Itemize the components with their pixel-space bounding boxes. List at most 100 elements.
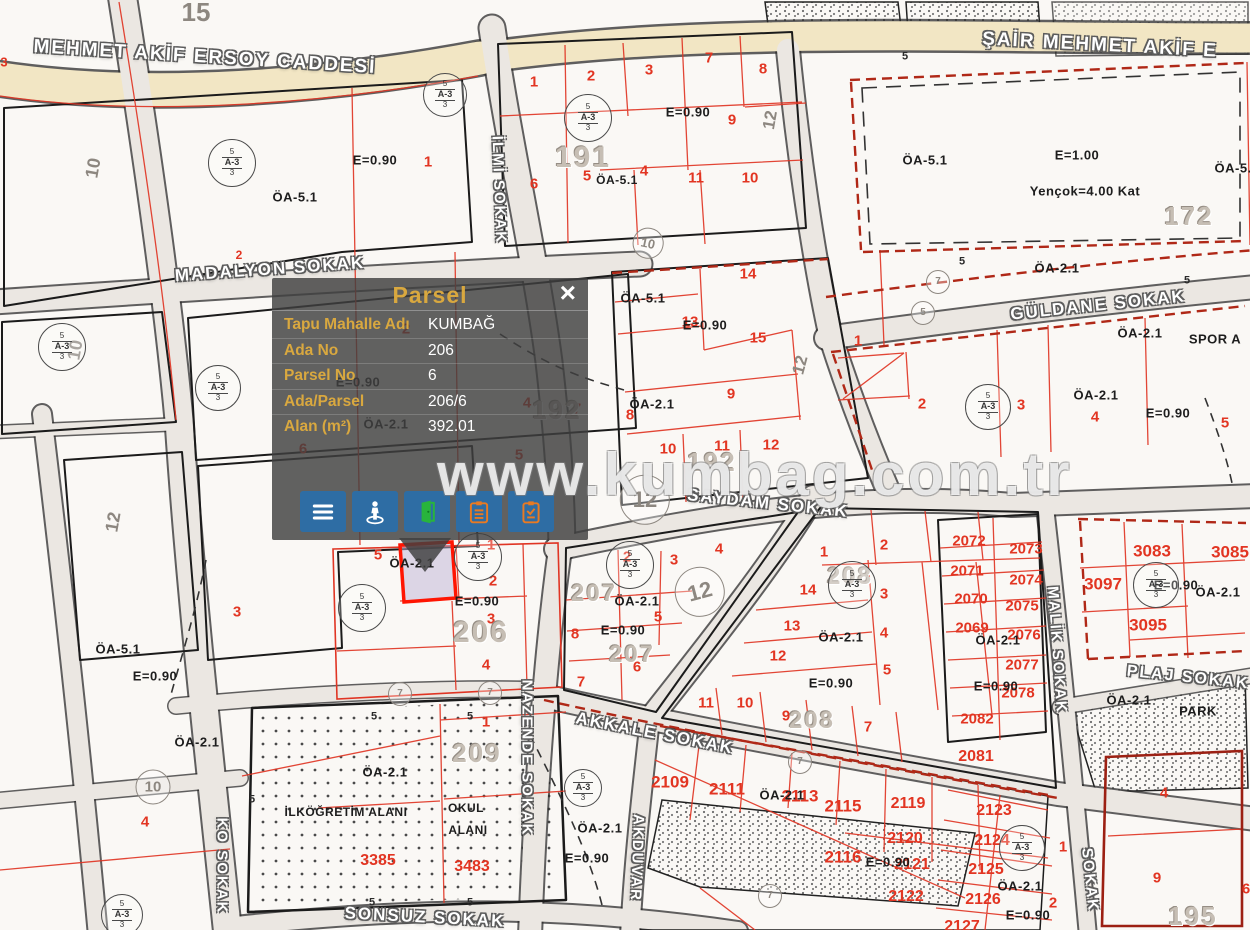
clipboard-list-icon [466, 499, 492, 525]
zoning-symbol: 5A-33 [965, 384, 1011, 430]
road-width-label: 12 [102, 511, 123, 534]
zoning-symbol: 5A-33 [1133, 562, 1179, 608]
map-canvas[interactable]: MEHMET AKİF ERSOY CADDESİŞAİR MEHMET AKİ… [0, 0, 1250, 930]
zone-label: SPOR A [1189, 333, 1241, 346]
zone-label: E=0.90 [1146, 407, 1191, 420]
parcel-number: 11 [698, 696, 714, 711]
parcel-number: 8 [571, 627, 579, 642]
road-width-label: 7 [758, 884, 782, 908]
parcel-number: 4 [1160, 786, 1168, 801]
popup-title: Parsel [272, 282, 588, 309]
zoning-symbol: 5A-33 [338, 584, 386, 632]
block-number: 192 [687, 449, 736, 475]
field-label: Parsel No [284, 367, 428, 386]
parcel-number: 1 [424, 155, 432, 170]
parcel-number: 2082 [960, 712, 993, 727]
zone-label: E=0.90 [974, 680, 1019, 693]
parcel-number: 2127 [944, 919, 980, 930]
zone-label: E=0.90 [455, 595, 500, 608]
parcel-number: 2122 [888, 889, 924, 905]
parcel-number: 11 [688, 171, 704, 186]
parcel-number: 2077 [1005, 658, 1038, 673]
parcel-number: 2073 [1009, 542, 1042, 557]
parcel-number: 2 [918, 397, 926, 412]
street-view-icon-button[interactable] [352, 491, 398, 532]
zoning-symbol: 5A-33 [454, 533, 502, 581]
parcel-number: 3483 [454, 859, 490, 875]
zone-label: ÖA-5.1 [273, 191, 318, 204]
road-width-label: 10 [136, 770, 171, 805]
parcel-number: 10 [737, 696, 754, 711]
street-label: SAYDAM SOKAK [686, 486, 849, 520]
parcel-number: 8 [759, 62, 767, 77]
field-value: 206/6 [428, 393, 576, 412]
parcel-number: 2 [236, 249, 243, 261]
zoning-symbol: 5A-33 [828, 561, 876, 609]
popup-field-row: Tapu Mahalle AdıKUMBAĞ [272, 313, 588, 339]
field-value: 206 [428, 342, 576, 361]
zone-label: ÖA-2.1 [976, 634, 1021, 647]
zone-label: ÖA-5.1 [96, 643, 141, 656]
parcel-number: 4 [640, 164, 648, 179]
zone-label: E=0.90 [1006, 909, 1051, 922]
road-width-label: 12 [669, 561, 731, 623]
parcel-number: 5 [883, 663, 891, 678]
parcel-number: 7 [864, 720, 872, 735]
zone-label: ÖA-2.1 [760, 789, 805, 802]
parcel-number: 10 [660, 442, 677, 457]
zoning-symbol: 5A-33 [564, 94, 612, 142]
road-width-label: 15 [182, 0, 211, 25]
zone-label: ÖA-2.1 [363, 766, 408, 779]
parcel-number: 10 [742, 171, 759, 186]
zone-label: ÖA-5.1 [903, 154, 948, 167]
parcel-number: 6 [530, 177, 538, 192]
distance-tick: 5 [467, 712, 473, 723]
zoning-symbol: 5A-33 [999, 825, 1045, 871]
zoning-symbol: 5A-33 [101, 894, 143, 930]
block-number: 208 [789, 709, 835, 733]
parcel-number: 2075 [1005, 599, 1038, 614]
zone-label: E=1.00 [1055, 149, 1100, 162]
zoning-symbol: 5A-33 [195, 365, 241, 411]
parcel-number: 2115 [825, 798, 862, 815]
parcel-number: 2071 [950, 564, 983, 579]
street-label: KO SOKAK [215, 818, 230, 915]
parcel-number: 14 [800, 583, 817, 598]
popup-fields: Tapu Mahalle AdıKUMBAĞAda No206Parsel No… [272, 311, 588, 442]
field-label: Tapu Mahalle Adı [284, 316, 428, 335]
clipboard-report-icon-button[interactable] [508, 491, 554, 532]
parcel-number: 3 [0, 56, 7, 69]
street-label: MALİK SOKAK [1045, 586, 1069, 715]
zone-label: ÖA-5.1 [596, 174, 638, 186]
distance-tick: 5 [371, 712, 377, 723]
close-icon[interactable]: × [560, 279, 576, 307]
street-label: NAZENDE SOKAK [520, 680, 535, 837]
block-number: 172 [1164, 203, 1213, 229]
parcel-number: 3095 [1129, 617, 1167, 634]
parcel-number: 12 [770, 649, 787, 664]
zone-label: ÖA-2.1 [1118, 327, 1163, 340]
parcel-number: 3097 [1084, 576, 1122, 593]
clipboard-list-icon-button[interactable] [456, 491, 502, 532]
block-number: 206 [453, 618, 509, 648]
zone-label: ÖA-2.1 [175, 736, 220, 749]
parcel-number: 3385 [360, 853, 396, 869]
parcel-number: 2 [880, 538, 888, 553]
zone-label: ÖA-2.1 [819, 631, 864, 644]
parcel-number: 13 [784, 619, 801, 634]
parcel-number: 2125 [968, 862, 1004, 878]
parcel-number: 3 [880, 587, 888, 602]
menu-icon-button[interactable] [300, 491, 346, 532]
road-width-label: 5 [911, 301, 935, 325]
parcel-number: 5 [374, 548, 382, 563]
zone-label: E=0.90 [866, 856, 911, 869]
popup-field-row: Alan (m²)392.01 [272, 415, 588, 440]
zone-label: ÖA-2.1 [1035, 262, 1080, 275]
parcel-number: 14 [740, 267, 757, 282]
zone-label: ÖA-2.1 [1196, 586, 1241, 599]
zone-label: E=0.90 [601, 624, 646, 637]
parcel-number: 1 [820, 545, 828, 560]
block-number: 207 [571, 582, 617, 606]
map-label-layer: MEHMET AKİF ERSOY CADDESİŞAİR MEHMET AKİ… [0, 0, 1250, 930]
door-icon-button[interactable] [404, 491, 450, 532]
